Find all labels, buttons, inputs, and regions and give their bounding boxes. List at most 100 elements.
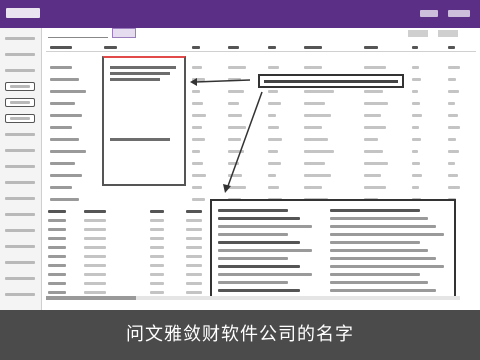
sidebar-item[interactable]: [5, 178, 35, 187]
table-cell-placeholder: [412, 78, 421, 81]
table-cell-placeholder: [304, 138, 328, 141]
table-cell-placeholder: [412, 174, 422, 177]
table-cell-placeholder: [186, 291, 202, 294]
sidebar-item[interactable]: [5, 258, 35, 267]
table-cell-placeholder: [268, 126, 280, 129]
table-cell-placeholder: [50, 126, 72, 129]
table-cell-placeholder: [186, 210, 202, 213]
sidebar-item[interactable]: [5, 290, 35, 299]
table-cell-placeholder: [48, 291, 66, 294]
breadcrumb-tag[interactable]: [112, 28, 136, 38]
sidebar-item[interactable]: [5, 274, 35, 283]
table-cell-placeholder: [84, 264, 106, 267]
sidebar-item[interactable]: [5, 114, 35, 123]
table-row[interactable]: [46, 217, 206, 225]
table-row[interactable]: [46, 280, 206, 288]
breadcrumb: [48, 30, 108, 38]
table-cell-placeholder: [84, 228, 106, 231]
sidebar-item[interactable]: [5, 34, 35, 43]
table-cell-placeholder: [192, 198, 205, 201]
table-row[interactable]: [46, 244, 206, 252]
table-cell-placeholder: [304, 150, 334, 153]
table-cell-placeholder: [228, 90, 245, 93]
table-row[interactable]: [46, 226, 206, 234]
table-cell-placeholder: [268, 186, 280, 189]
table-row[interactable]: [46, 208, 206, 216]
table-cell-placeholder: [412, 66, 419, 69]
detail-line-placeholder: [218, 281, 288, 284]
table-cell-placeholder: [364, 126, 386, 129]
detail-line-placeholder: [330, 241, 420, 244]
sidebar-item[interactable]: [5, 162, 35, 171]
table-cell-placeholder: [192, 102, 204, 105]
toolbar-button[interactable]: [438, 30, 458, 37]
table-cell-placeholder: [192, 162, 204, 165]
table-cell-placeholder: [304, 102, 325, 105]
sidebar-item[interactable]: [5, 242, 35, 251]
table-cell-placeholder: [268, 114, 277, 117]
table-cell-placeholder: [150, 255, 164, 258]
table-cell-placeholder: [84, 210, 106, 213]
toolbar-button[interactable]: [408, 30, 428, 37]
table-cell-placeholder: [50, 150, 86, 153]
table-cell-placeholder: [84, 273, 106, 276]
column-header-placeholder: [448, 46, 456, 49]
table-cell-placeholder: [228, 138, 241, 141]
sidebar-item[interactable]: [5, 210, 35, 219]
table-cell-placeholder: [150, 282, 164, 285]
table-cell-placeholder: [228, 186, 246, 189]
sidebar-item[interactable]: [5, 66, 35, 75]
table-cell-placeholder: [150, 273, 164, 276]
table-cell-placeholder: [150, 264, 164, 267]
window-control-button[interactable]: [448, 10, 470, 17]
column-header-placeholder: [268, 46, 277, 49]
table-cell-placeholder: [192, 66, 202, 69]
table-cell-placeholder: [192, 186, 202, 189]
table-cell-placeholder: [186, 264, 202, 267]
column-header-placeholder: [192, 46, 201, 49]
sidebar-item[interactable]: [5, 146, 35, 155]
sidebar-item-placeholder: [10, 101, 30, 104]
table-row[interactable]: [46, 271, 206, 279]
sidebar-item[interactable]: [5, 194, 35, 203]
table-cell-placeholder: [364, 174, 381, 177]
table-row[interactable]: [46, 253, 206, 261]
table-cell-placeholder: [84, 246, 106, 249]
sidebar-item[interactable]: [5, 98, 35, 107]
table-header: [46, 42, 476, 52]
table-cell-placeholder: [48, 264, 66, 267]
table-row[interactable]: [46, 262, 206, 270]
table-cell-placeholder: [412, 114, 422, 117]
table-cell-placeholder: [50, 114, 83, 117]
sidebar-item[interactable]: [5, 226, 35, 235]
table-cell-placeholder: [150, 210, 164, 213]
table-cell-placeholder: [364, 66, 386, 69]
table-row[interactable]: [46, 235, 206, 243]
sidebar-item[interactable]: [5, 130, 35, 139]
sidebar-item-placeholder: [5, 293, 35, 296]
detail-line-placeholder: [218, 273, 312, 276]
table-cell-placeholder: [50, 138, 79, 141]
table-cell-placeholder: [412, 126, 419, 129]
column-header-placeholder: [50, 46, 72, 49]
table-cell-placeholder: [412, 150, 418, 153]
table-cell-placeholder: [186, 237, 202, 240]
scrollbar-thumb[interactable]: [46, 296, 136, 300]
horizontal-scrollbar[interactable]: [46, 296, 460, 300]
table-cell-placeholder: [192, 150, 201, 153]
table-cell-placeholder: [50, 186, 72, 189]
table-cell-placeholder: [48, 210, 66, 213]
table-cell-placeholder: [48, 228, 66, 231]
table-cell-placeholder: [364, 114, 381, 117]
table-cell-placeholder: [48, 273, 66, 276]
table-cell-placeholder: [412, 162, 420, 165]
table-cell-placeholder: [448, 114, 458, 117]
window-control-button[interactable]: [420, 10, 438, 17]
table-cell-placeholder: [192, 114, 206, 117]
column-header-placeholder: [304, 46, 322, 49]
sidebar-item[interactable]: [5, 82, 35, 91]
sidebar-item[interactable]: [5, 50, 35, 59]
table-cell-placeholder: [448, 138, 457, 141]
detail-line-placeholder: [218, 233, 288, 236]
sidebar-item-placeholder: [5, 213, 35, 216]
